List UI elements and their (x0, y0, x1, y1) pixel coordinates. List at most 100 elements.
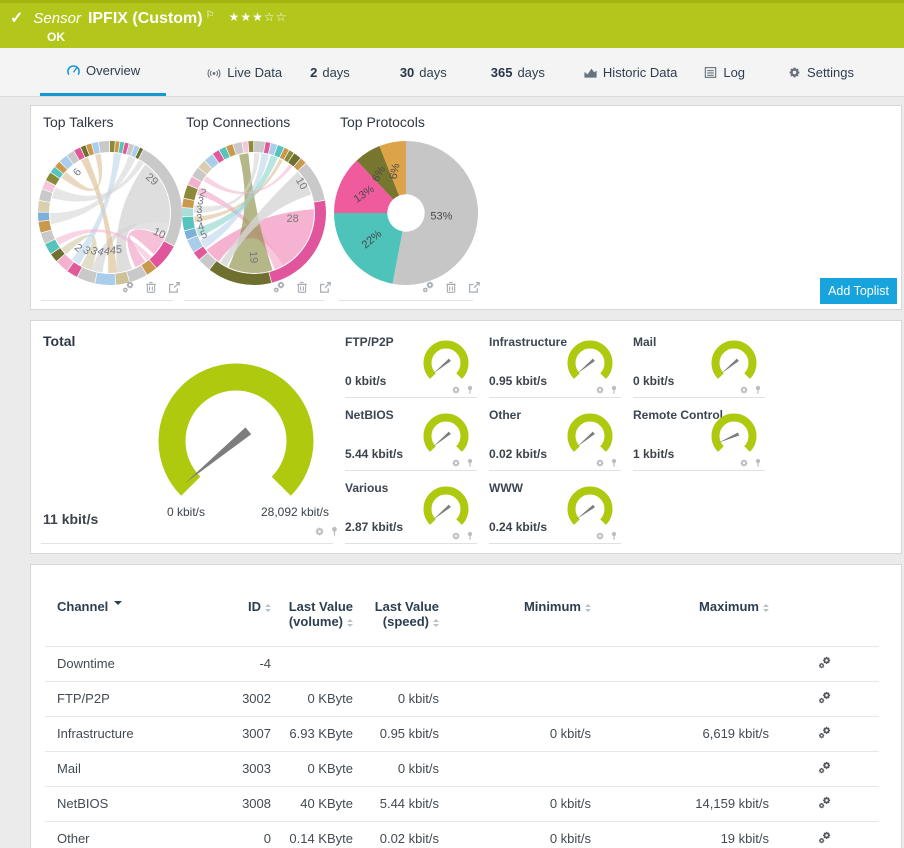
tab-label: days (517, 64, 545, 80)
cell-min: 0 kbit/s (439, 785, 591, 822)
channel-row-downtime[interactable]: Downtime -4 (45, 645, 879, 682)
overview-icon (66, 63, 81, 78)
channel-gauge-value: 0.02 kbit/s (489, 447, 548, 461)
toplist-title: Top Talkers (43, 114, 114, 130)
channel-gauge-label: Mail (633, 335, 657, 349)
historic-icon (583, 65, 598, 80)
channel-gauge-infrastructure: Infrastructure 0.95 kbit/s (489, 330, 627, 398)
toplist-chart-top-talkers[interactable]: 6 29 10 2 3 3 4 4 4 5 (35, 138, 185, 293)
cell-id: 3008 (205, 785, 271, 822)
sort-arrows-icon (585, 601, 591, 615)
cell-channel: FTP/P2P (45, 680, 205, 717)
cell-id: 0 (205, 820, 271, 848)
tab-365-days[interactable]: 365 days (481, 48, 555, 96)
channel-row-ftp-p2p[interactable]: FTP/P2P 3002 0 KByte 0 kbit/s (45, 680, 879, 717)
gauges-panel: Total 0 kbit/s 28,092 kbit/s 11 kbit/s F… (30, 320, 902, 554)
tab-number: 30 (399, 64, 415, 80)
column-header-gear (769, 585, 879, 646)
toplist-open-icon[interactable] (467, 280, 481, 299)
cell-speed: 5.44 kbit/s (353, 785, 439, 822)
priority-flag-icon[interactable]: ⚐ (206, 10, 215, 21)
sort-arrows-icon (265, 601, 271, 615)
tab-label: Live Data (227, 64, 283, 80)
toplist-delete-icon[interactable] (444, 280, 458, 299)
toplist-open-icon[interactable] (318, 280, 332, 299)
column-header-volume[interactable]: Last Value (volume) (271, 585, 353, 646)
cell-id: -4 (205, 645, 271, 682)
cell-volume: 0 KByte (271, 680, 353, 717)
channel-gauge-mail: Mail 0 kbit/s (633, 330, 771, 398)
channel-gauge-label: Infrastructure (489, 335, 568, 349)
sensor-header: ✓ Sensor IPFIX (Custom) ⚐ ★★★☆☆ OK (0, 0, 904, 48)
cell-min: 0 kbit/s (439, 715, 591, 752)
tab-historic-data[interactable]: Historic Data (573, 48, 687, 96)
toplist-settings-icon[interactable] (421, 280, 435, 299)
tab-number: 365 (490, 64, 513, 80)
channel-gauge-www: WWW 0.24 kbit/s (489, 476, 627, 544)
channel-gauge-value: 1 kbit/s (633, 447, 675, 461)
channel-settings-icon[interactable] (817, 656, 832, 673)
tab-label: days (322, 64, 350, 80)
log-icon (703, 65, 718, 80)
channel-settings-icon[interactable] (817, 796, 832, 813)
sort-arrows-icon (347, 616, 353, 630)
total-gauge-max-label: 28,092 kbit/s (260, 505, 330, 519)
svg-text:19: 19 (247, 251, 260, 264)
column-header-max[interactable]: Maximum (591, 585, 769, 646)
channel-settings-icon[interactable] (817, 761, 832, 778)
channel-settings-icon[interactable] (817, 831, 832, 848)
cell-id: 3002 (205, 680, 271, 717)
cell-volume: 0.14 KByte (271, 820, 353, 848)
cell-speed (353, 645, 439, 682)
gauge-settings-icon[interactable] (314, 524, 325, 542)
cell-max: 19 kbit/s (591, 820, 769, 848)
channel-row-netbios[interactable]: NetBIOS 3008 40 KByte 5.44 kbit/s 0 kbit/s 14… (45, 785, 879, 822)
channel-row-infrastructure[interactable]: Infrastructure 3007 6.93 KByte 0.95 kbit/s 0… (45, 715, 879, 752)
channel-row-mail[interactable]: Mail 3003 0 KByte 0 kbit/s (45, 750, 879, 787)
gauge-pin-icon[interactable] (329, 524, 340, 542)
cell-id: 3007 (205, 715, 271, 752)
tab-30-days[interactable]: 30 days (390, 48, 457, 96)
cell-volume: 6.93 KByte (271, 715, 353, 752)
column-header-id[interactable]: ID (205, 585, 271, 646)
sort-caret-icon (114, 601, 123, 609)
cell-max (591, 750, 769, 787)
channel-settings-icon[interactable] (817, 691, 832, 708)
toplist-chart-top-connections[interactable]: 10 28 19 2 3 3 3 4 5 (179, 138, 329, 293)
toplist-settings-icon[interactable] (121, 280, 135, 299)
channel-gauge-label: WWW (489, 481, 523, 495)
tab-live-data[interactable]: Live Data (196, 48, 292, 96)
column-header-channel[interactable]: Channel (45, 585, 205, 646)
tab-overview[interactable]: Overview (40, 48, 167, 96)
channel-gauge-other: Other 0.02 kbit/s (489, 403, 627, 471)
channel-settings-icon[interactable] (817, 726, 832, 743)
sensor-kind-label: Sensor (33, 10, 81, 27)
add-toplist-button[interactable]: Add Toplist (820, 278, 897, 304)
channel-gauge-remote-control: Remote Control 1 kbit/s (633, 403, 771, 471)
priority-stars[interactable]: ★★★☆☆ (229, 10, 288, 24)
channel-gauge-value: 5.44 kbit/s (345, 447, 404, 461)
tab-label: Historic Data (602, 64, 678, 80)
toplist-delete-icon[interactable] (144, 280, 158, 299)
channel-row-other[interactable]: Other 0 0.14 KByte 0.02 kbit/s 0 kbit/s 19 kb… (45, 820, 879, 848)
toplist-settings-icon[interactable] (272, 280, 286, 299)
column-header-speed[interactable]: Last Value (speed) (353, 585, 439, 646)
column-header-min[interactable]: Minimum (439, 585, 591, 646)
channel-gauge-label: FTP/P2P (345, 335, 394, 349)
cell-max (591, 680, 769, 717)
cell-max: 14,159 kbit/s (591, 785, 769, 822)
toplist-chart-top-protocols[interactable]: 53% 22% 13% 6% 6% (331, 138, 481, 293)
tab-2-days[interactable]: 2 days (300, 48, 360, 96)
tab-log[interactable]: Log (693, 48, 755, 96)
channel-gauge-value: 2.87 kbit/s (345, 520, 404, 534)
tab-settings[interactable]: Settings (777, 48, 864, 96)
cell-speed: 0 kbit/s (353, 750, 439, 787)
channel-gauge-ftp-p2p: FTP/P2P 0 kbit/s (345, 330, 483, 398)
cell-speed: 0.02 kbit/s (353, 820, 439, 848)
channel-gauge-label: NetBIOS (345, 408, 394, 422)
cell-max (591, 645, 769, 682)
tab-label: days (419, 64, 447, 80)
toplist-delete-icon[interactable] (295, 280, 309, 299)
channel-gauge-label: Other (489, 408, 522, 422)
channels-table-panel: Channel ID Last Value (volume) Last Value (sp… (30, 564, 902, 848)
